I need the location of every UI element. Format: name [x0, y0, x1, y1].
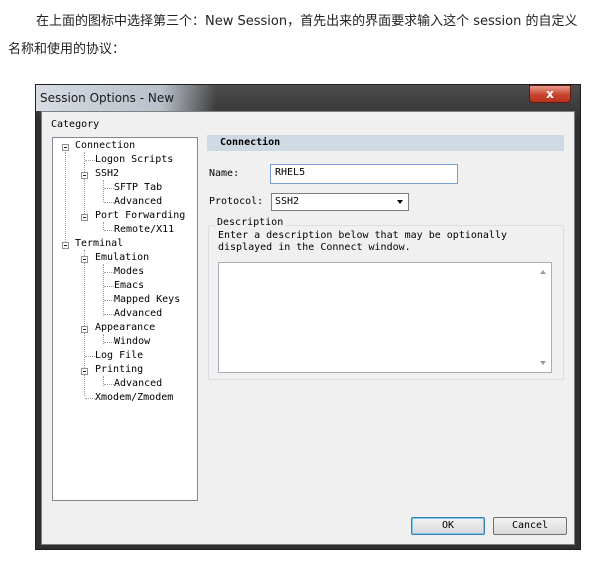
section-header: Connection	[207, 135, 564, 151]
session-options-dialog: Session Options - New x Category Connect…	[35, 84, 581, 550]
tree-line	[104, 202, 114, 203]
collapse-icon[interactable]	[81, 368, 88, 375]
section-header-title: Connection	[220, 137, 281, 148]
cancel-button[interactable]: Cancel	[493, 517, 567, 535]
intro-text: 在上面的图标中选择第三个：New Session，首先出来的界面要求输入这个 s…	[8, 14, 578, 57]
tree-item-port-forwarding[interactable]: Port Forwarding	[95, 210, 185, 222]
description-hint-line: Enter a description below that may be op…	[218, 230, 507, 241]
tree-line	[104, 314, 114, 315]
tree-line	[65, 152, 66, 248]
tree-line	[104, 286, 114, 287]
name-field[interactable]: RHEL5	[270, 164, 458, 184]
tree-item-ssh2[interactable]: SSH2	[95, 168, 119, 180]
protocol-selected-value: SSH2	[275, 196, 300, 207]
dialog-client-area: Category Connection Logon Scripts SSH2 S…	[41, 111, 575, 545]
tree-line	[85, 356, 95, 357]
tree-item-terminal[interactable]: Terminal	[75, 238, 123, 250]
title-bar[interactable]: Session Options - New	[36, 85, 216, 111]
tree-line	[104, 188, 114, 189]
tree-item-remote-x11[interactable]: Remote/X11	[114, 224, 174, 236]
tree-line	[104, 230, 114, 231]
tree-item-appearance[interactable]: Appearance	[95, 322, 155, 334]
description-hint-line: displayed in the Connect window.	[218, 242, 411, 253]
tree-item-emulation-advanced[interactable]: Advanced	[114, 308, 162, 320]
name-label: Name:	[209, 168, 240, 179]
protocol-label: Protocol:	[209, 196, 264, 207]
tree-line	[103, 180, 104, 202]
tree-line	[104, 342, 114, 343]
chevron-down-icon[interactable]	[397, 200, 403, 204]
category-label: Category	[51, 119, 100, 130]
tree-line	[103, 222, 104, 230]
tree-line	[85, 398, 95, 399]
tree-item-log-file[interactable]: Log File	[95, 350, 143, 362]
tree-line	[85, 160, 95, 161]
scroll-up-icon[interactable]	[540, 270, 546, 274]
close-button[interactable]: x	[529, 85, 571, 103]
tree-item-printing-advanced[interactable]: Advanced	[114, 378, 162, 390]
tree-item-sftp-tab[interactable]: SFTP Tab	[114, 182, 162, 194]
tree-item-mapped-keys[interactable]: Mapped Keys	[114, 294, 180, 306]
tree-item-emulation[interactable]: Emulation	[95, 252, 149, 264]
tree-line	[104, 300, 114, 301]
tree-line	[104, 272, 114, 273]
description-textarea[interactable]	[218, 262, 552, 373]
tree-item-window[interactable]: Window	[114, 336, 150, 348]
tree-item-xmodem-zmodem[interactable]: Xmodem/Zmodem	[95, 392, 173, 404]
collapse-icon[interactable]	[81, 326, 88, 333]
protocol-select[interactable]: SSH2	[271, 193, 409, 211]
tree-line	[84, 152, 85, 216]
collapse-icon[interactable]	[81, 172, 88, 179]
collapse-icon[interactable]	[62, 144, 69, 151]
description-hint: Enter a description below that may be op…	[218, 230, 548, 254]
tree-item-ssh2-advanced[interactable]: Advanced	[114, 196, 162, 208]
tree-item-emacs[interactable]: Emacs	[114, 280, 144, 292]
tree-item-modes[interactable]: Modes	[114, 266, 144, 278]
collapse-icon[interactable]	[81, 256, 88, 263]
scroll-down-icon[interactable]	[540, 361, 546, 365]
tree-item-connection[interactable]: Connection	[75, 140, 135, 152]
collapse-icon[interactable]	[62, 242, 69, 249]
description-group-title: Description	[215, 217, 286, 228]
close-icon: x	[546, 87, 554, 101]
window-title: Session Options - New	[40, 91, 175, 105]
category-tree[interactable]: Connection Logon Scripts SSH2 SFTP Tab A…	[52, 137, 198, 501]
tree-item-printing[interactable]: Printing	[95, 364, 143, 376]
ok-button[interactable]: OK	[411, 517, 485, 535]
tree-line	[104, 384, 114, 385]
tree-item-logon-scripts[interactable]: Logon Scripts	[95, 154, 173, 166]
collapse-icon[interactable]	[81, 214, 88, 221]
